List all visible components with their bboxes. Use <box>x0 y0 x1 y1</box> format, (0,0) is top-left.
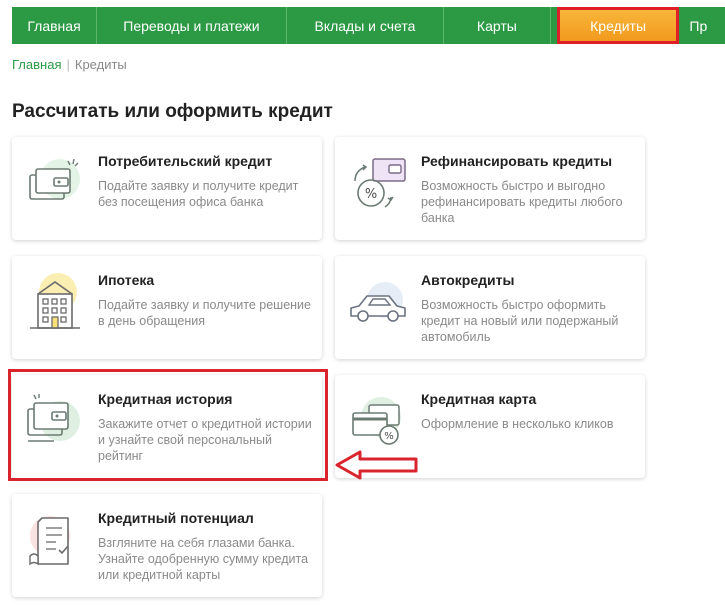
highlight-box <box>8 369 328 481</box>
card-title: Ипотека <box>98 272 155 288</box>
page-title: Рассчитать или оформить кредит <box>12 101 333 122</box>
card-description: Взгляните на себя глазами банка. Узнайте… <box>98 536 309 582</box>
nav-item-credits[interactable]: Кредиты <box>556 7 680 44</box>
building-icon <box>30 273 80 329</box>
card-description: Возможность быстро оформить кредит на но… <box>421 298 619 344</box>
card-refinance[interactable]: % Рефинансировать кредиты Возможность бы… <box>335 137 645 240</box>
nav-item-more[interactable]: Пр <box>685 7 725 44</box>
card-description: Подайте заявку и получите решение в день… <box>98 298 311 328</box>
refinance-percent-icon: % <box>354 158 406 208</box>
top-nav: Главная Переводы и платежи Вклады и счет… <box>12 7 725 44</box>
document-check-icon <box>29 516 70 566</box>
card-auto-credit[interactable]: Автокредиты Возможность быстро оформить … <box>335 256 645 359</box>
card-mortgage[interactable]: Ипотека Подайте заявку и получите решени… <box>12 256 322 359</box>
nav-item-main[interactable]: Главная <box>12 7 98 44</box>
breadcrumb-current: Кредиты <box>74 57 127 72</box>
card-description: Возможность быстро и выгодно рефинансиро… <box>421 179 623 225</box>
credit-card-icon: % <box>352 397 401 445</box>
svg-text:%: % <box>384 431 394 442</box>
wallet-icon <box>29 158 80 200</box>
card-credit-potential[interactable]: Кредитный потенциал Взгляните на себя гл… <box>12 494 322 597</box>
arrow-left-icon <box>335 450 418 480</box>
nav-item-deposits[interactable]: Вклады и счета <box>287 7 444 44</box>
card-title: Кредитная карта <box>421 391 537 407</box>
breadcrumb-separator: | <box>66 57 70 72</box>
card-title: Кредитный потенциал <box>98 510 254 526</box>
nav-item-transfers[interactable]: Переводы и платежи <box>97 7 287 44</box>
breadcrumb-home[interactable]: Главная <box>12 57 61 72</box>
card-title: Автокредиты <box>421 272 515 288</box>
breadcrumb: Главная | Кредиты <box>12 57 127 72</box>
card-description: Подайте заявку и получите кредит без пос… <box>98 179 299 209</box>
nav-item-cards[interactable]: Карты <box>444 7 551 44</box>
svg-text:%: % <box>365 187 377 202</box>
card-title: Рефинансировать кредиты <box>421 153 613 169</box>
card-description: Оформление в несколько кликов <box>421 417 614 431</box>
car-icon <box>350 282 406 322</box>
card-consumer-credit[interactable]: Потребительский кредит Подайте заявку и … <box>12 137 322 240</box>
card-title: Потребительский кредит <box>98 153 273 169</box>
